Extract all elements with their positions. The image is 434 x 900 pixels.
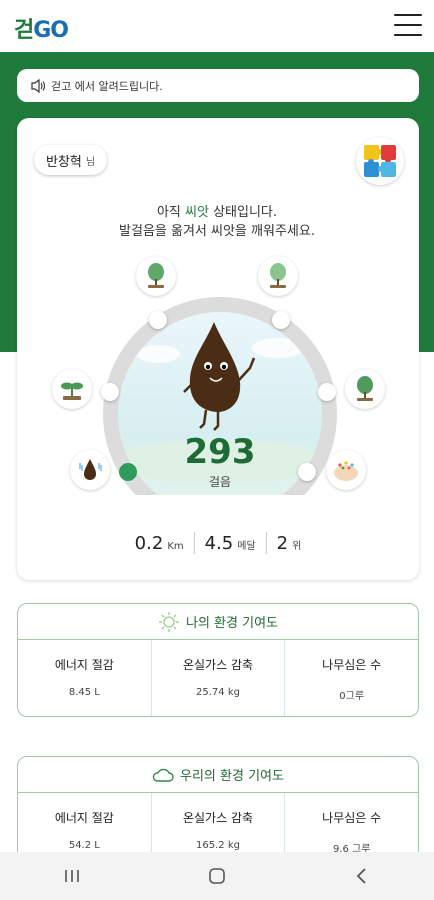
my-contribution-title: 나의 환경 기여도 — [18, 604, 418, 640]
seed-icon — [70, 450, 110, 490]
stats-row: 0.2 Km 4.5 메달 2위 — [17, 528, 419, 558]
puzzle-icon[interactable] — [356, 137, 404, 185]
logo-go: GO — [33, 18, 69, 43]
stage-marker — [149, 311, 167, 329]
status-hint: 발걸음을 옮겨서 씨앗을 깨워주세요. — [119, 224, 315, 239]
my-contribution-card: 나의 환경 기여도 에너지 절감 8.45 L 온실가스 감축 25.74 kg… — [17, 603, 419, 717]
user-name-badge: 반창혁 님 — [34, 145, 108, 175]
stage-marker — [318, 383, 336, 401]
stage-marker — [272, 311, 290, 329]
step-count: 293 — [184, 432, 256, 472]
notice-text: 걷고 에서 알려드립니다. — [51, 79, 163, 93]
medal-stat: 4.5 메달 — [204, 532, 256, 554]
system-navbar — [0, 852, 434, 900]
step-unit: 걸음 — [208, 475, 232, 489]
fruit-tree-icon — [326, 450, 366, 490]
back-icon[interactable] — [332, 856, 392, 896]
app-logo[interactable]: 걷GO — [14, 10, 69, 44]
speaker-icon — [31, 78, 46, 93]
tree-icon — [345, 369, 385, 409]
notice-bar[interactable]: 걷고 에서 알려드립니다. — [17, 69, 419, 102]
tree-icon — [136, 256, 176, 296]
user-name-suffix: 님 — [85, 156, 96, 168]
distance-stat: 0.2 Km — [134, 532, 184, 554]
ghg-reduction-cell: 온실가스 감축 25.74 kg — [150, 640, 285, 716]
logo-ko: 걷 — [14, 18, 34, 43]
sprout-icon — [52, 369, 92, 409]
sun-icon — [159, 611, 179, 632]
energy-saving-cell: 에너지 절감 8.45 L — [54, 658, 114, 698]
tree-icon — [258, 256, 298, 296]
menu-icon[interactable] — [394, 14, 422, 36]
status-highlight: 씨앗 — [185, 205, 209, 220]
trees-planted-cell: 나무심은 수 0그루 — [284, 640, 418, 716]
status-message: 아직 씨앗 상태입니다. — [156, 205, 278, 220]
user-name: 반창혁 — [46, 154, 82, 170]
seed-character-icon — [183, 322, 256, 431]
app-header: 걷GO — [0, 0, 434, 52]
home-icon[interactable] — [187, 856, 247, 896]
cloud-icon — [152, 768, 174, 782]
recents-icon[interactable] — [42, 856, 102, 896]
our-contribution-title: 우리의 환경 기여도 — [18, 757, 418, 793]
rank-stat: 2위 — [276, 532, 302, 554]
stage-marker — [101, 383, 119, 401]
